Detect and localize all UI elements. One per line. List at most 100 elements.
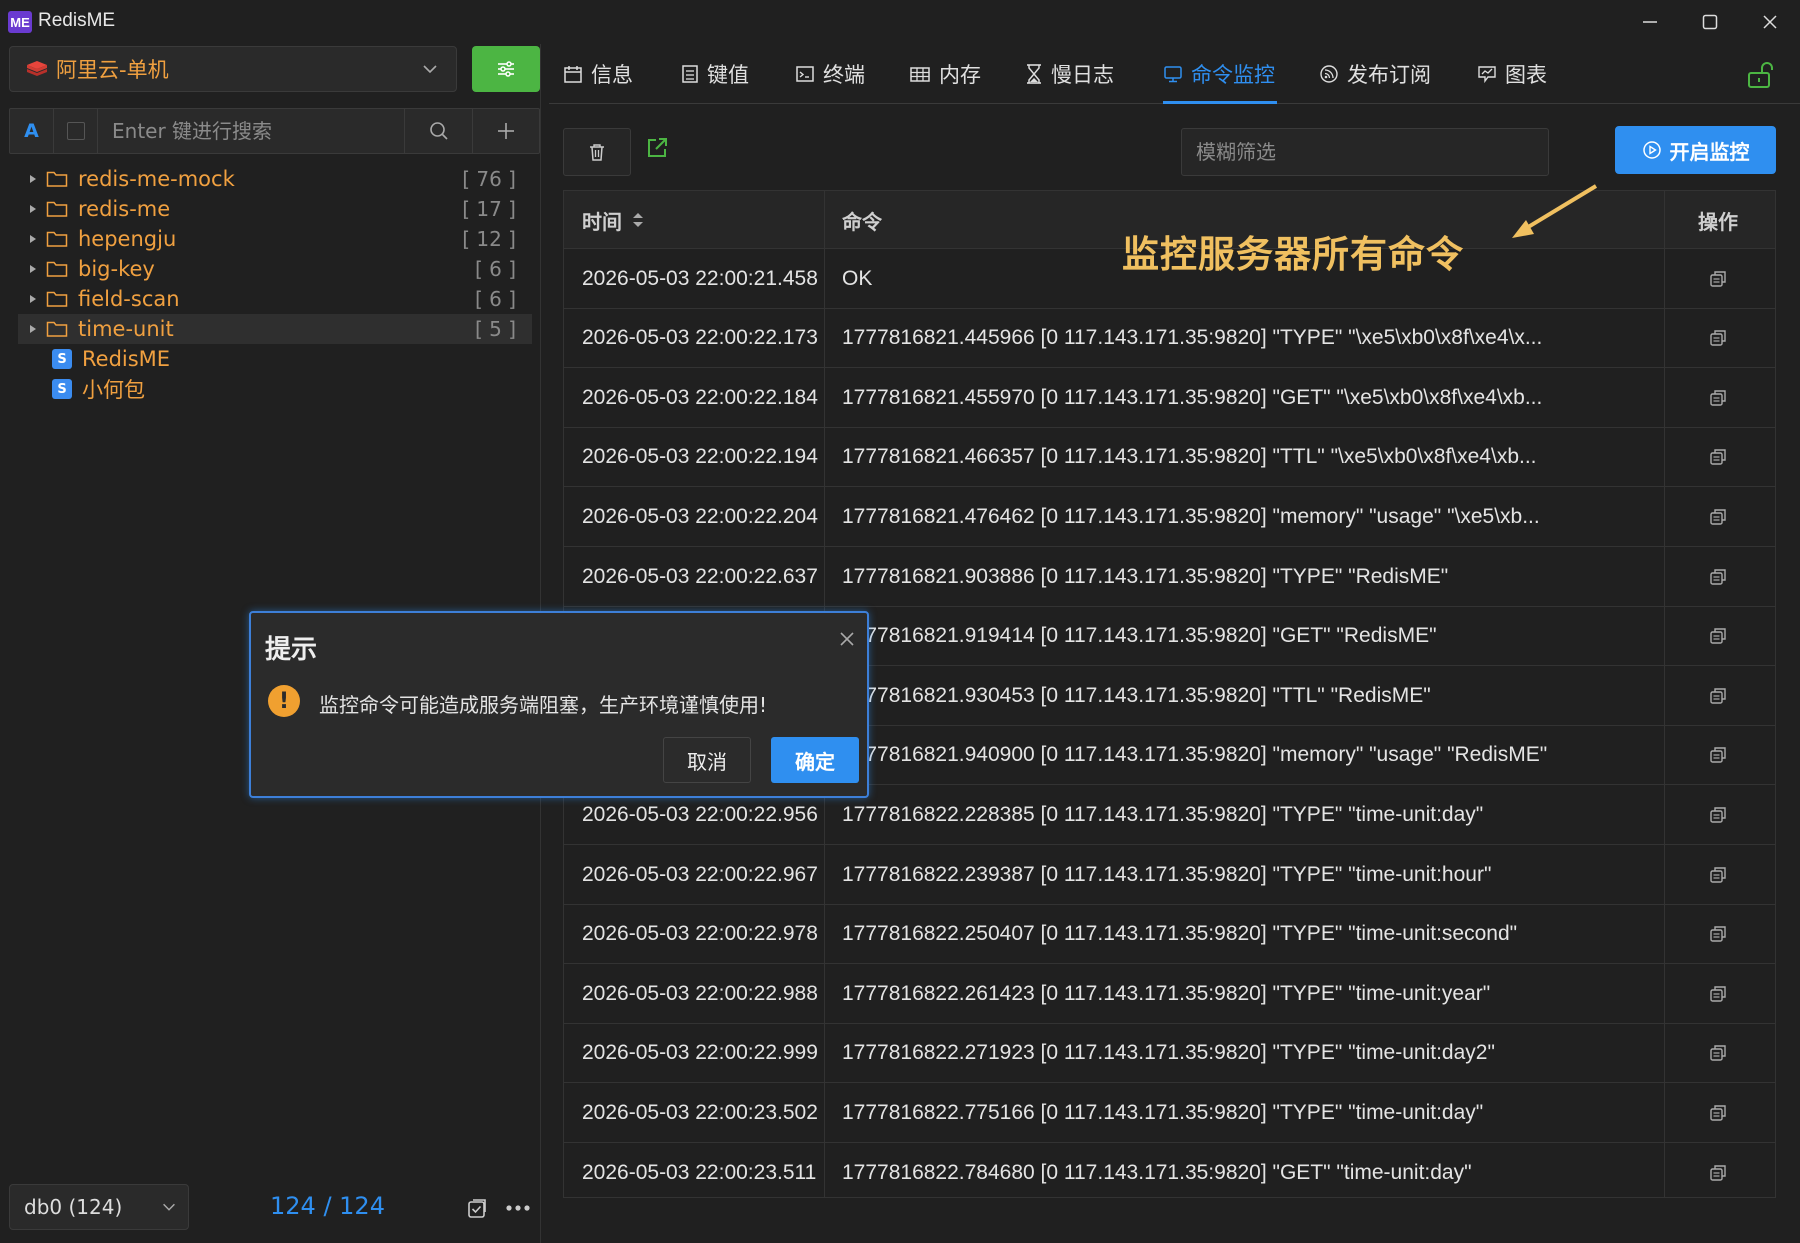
column-header-op: 操作 <box>1698 209 1738 234</box>
tree-folder[interactable]: time-unit [ 5 ] <box>18 314 532 344</box>
copy-button[interactable] <box>1682 726 1754 785</box>
tree-folder[interactable]: field-scan [ 6 ] <box>18 284 532 314</box>
tree-folder[interactable]: hepengju [ 12 ] <box>18 224 532 254</box>
copy-button[interactable] <box>1682 607 1754 666</box>
row-time: 2026-05-03 22:00:22.184 <box>582 385 818 409</box>
sidebar-footer: db0 (124) 124 / 124 <box>0 1184 548 1234</box>
tab-label: 命令监控 <box>1191 63 1275 87</box>
unlock-icon[interactable] <box>1745 60 1775 90</box>
tab-memory[interactable]: 内存 <box>909 54 981 94</box>
copy-button[interactable] <box>1682 249 1754 308</box>
tab-label: 图表 <box>1505 63 1547 87</box>
key-search-bar: A <box>9 108 540 154</box>
folder-icon <box>46 171 68 187</box>
copy-button[interactable] <box>1682 487 1754 546</box>
tree-folder[interactable]: redis-me [ 17 ] <box>18 194 532 224</box>
broadcast-icon <box>1320 65 1338 83</box>
app-title: RedisME <box>38 10 116 31</box>
tree-folder[interactable]: redis-me-mock [ 76 ] <box>18 164 532 194</box>
copy-button[interactable] <box>1682 368 1754 427</box>
copy-button[interactable] <box>1682 785 1754 844</box>
db-select-value: db0 (124) <box>24 1195 123 1219</box>
tab-charts[interactable]: 图表 <box>1477 54 1547 94</box>
row-time: 2026-05-03 22:00:22.978 <box>582 922 818 946</box>
tab-label: 内存 <box>939 63 981 87</box>
confirm-dialog: 提示 ! 监控命令可能造成服务端阻塞，生产环境谨慎使用! 取消 确定 <box>249 611 869 798</box>
row-command: 1777816821.445966 [0 117.143.171.35:9820… <box>842 326 1543 350</box>
start-monitor-button[interactable]: 开启监控 <box>1615 126 1776 174</box>
copy-button[interactable] <box>1682 964 1754 1023</box>
row-time: 2026-05-03 22:00:22.173 <box>582 326 818 350</box>
sort-icon <box>633 213 643 227</box>
db-select[interactable]: db0 (124) <box>9 1184 189 1230</box>
folder-icon <box>46 201 68 217</box>
search-input[interactable] <box>98 109 405 153</box>
copy-button[interactable] <box>1682 547 1754 606</box>
more-icon[interactable] <box>504 1196 532 1220</box>
dialog-message: 监控命令可能造成服务端阻塞，生产环境谨慎使用! <box>319 693 768 717</box>
column-header-time[interactable]: 时间 <box>582 191 646 249</box>
tree-label: redis-me-mock <box>78 167 235 191</box>
copy-icon <box>1710 1045 1726 1061</box>
search-mode-toggle[interactable]: A <box>10 109 54 153</box>
copy-button[interactable] <box>1682 428 1754 487</box>
tab-key-value[interactable]: 键值 <box>681 54 749 94</box>
copy-button[interactable] <box>1682 309 1754 368</box>
copy-button[interactable] <box>1682 666 1754 725</box>
filter-settings-button[interactable] <box>472 46 540 92</box>
tab-pubsub[interactable]: 发布订阅 <box>1319 54 1431 94</box>
clear-button[interactable] <box>563 128 631 176</box>
tab-slow-log[interactable]: 慢日志 <box>1025 54 1114 94</box>
title-bar: ME RedisME <box>0 0 1800 44</box>
row-command: 1777816821.903886 [0 117.143.171.35:9820… <box>842 564 1449 588</box>
chart-icon <box>1478 66 1496 84</box>
table-row: 2026-05-03 22:00:22.967 1777816822.239387… <box>564 845 1775 905</box>
copy-icon <box>1710 747 1726 763</box>
folder-icon <box>46 231 68 247</box>
select-all-checkbox[interactable] <box>54 109 98 153</box>
redis-icon <box>27 61 47 76</box>
monitor-toolbar: 开启监控 <box>549 126 1800 176</box>
caret-right-icon <box>30 235 36 243</box>
batch-select-icon[interactable] <box>465 1196 489 1220</box>
tree-folder[interactable]: big-key [ 6 ] <box>18 254 532 284</box>
tree-string-key[interactable]: S 小何包 <box>18 374 532 404</box>
copy-button[interactable] <box>1682 1083 1754 1142</box>
caret-right-icon <box>30 205 36 213</box>
export-icon[interactable] <box>645 136 669 160</box>
minimize-button[interactable] <box>1620 0 1680 44</box>
table-row: 2026-05-03 22:00:22.978 1777816822.250407… <box>564 905 1775 965</box>
maximize-button[interactable] <box>1680 0 1740 44</box>
add-key-button[interactable] <box>472 109 539 153</box>
app-logo: ME <box>8 11 32 33</box>
copy-button[interactable] <box>1682 1143 1754 1197</box>
copy-icon <box>1710 807 1726 823</box>
confirm-button[interactable]: 确定 <box>771 737 859 783</box>
tab-terminal[interactable]: 终端 <box>795 54 865 94</box>
cancel-button[interactable]: 取消 <box>663 737 751 783</box>
minimize-icon <box>1643 21 1657 23</box>
tab-info[interactable]: 信息 <box>563 54 633 94</box>
copy-icon <box>1710 449 1726 465</box>
table-icon <box>910 67 930 82</box>
tab-command-monitor[interactable]: 命令监控 <box>1163 54 1275 94</box>
copy-button[interactable] <box>1682 1024 1754 1083</box>
row-time: 2026-05-03 22:00:22.204 <box>582 504 818 528</box>
copy-button[interactable] <box>1682 905 1754 964</box>
close-window-button[interactable] <box>1740 0 1800 44</box>
active-tab-indicator <box>1163 101 1277 104</box>
fuzzy-filter-input[interactable] <box>1181 128 1549 176</box>
search-button[interactable] <box>405 109 472 153</box>
close-icon[interactable] <box>837 629 857 649</box>
start-monitor-label: 开启监控 <box>1669 139 1750 164</box>
table-row: 2026-05-03 22:00:22.999 1777816822.271923… <box>564 1024 1775 1084</box>
row-time: 2026-05-03 22:00:22.988 <box>582 981 818 1005</box>
tree-string-key[interactable]: S RedisME <box>18 344 532 374</box>
connection-select[interactable]: 阿里云-单机 <box>9 46 457 92</box>
tree-label: 小何包 <box>82 378 145 402</box>
key-count: 124 / 124 <box>270 1192 385 1220</box>
tree-count: [ 5 ] <box>474 317 516 341</box>
plus-icon <box>498 123 514 139</box>
copy-button[interactable] <box>1682 845 1754 904</box>
tab-label: 发布订阅 <box>1347 63 1431 87</box>
